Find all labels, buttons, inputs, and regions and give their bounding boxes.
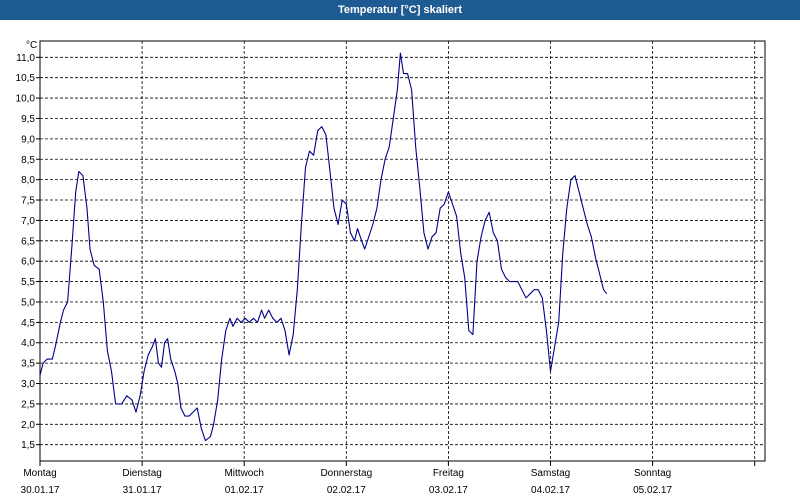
chart-window: Temperatur [°C] skaliert 1,5 2,0 2,5 3,0 3,5… [0,0,800,500]
x-tick-label-day: Mittwoch [224,468,263,479]
x-tick-label-day: Freitag [433,468,464,479]
y-tick-label: 5,5 [21,277,35,288]
y-tick-label: 9,0 [21,134,35,145]
x-tick-label-date: 30.01.17 [21,485,60,496]
plot-frame [39,40,766,462]
x-tick-label-day: Dienstag [122,468,161,479]
y-tick-label: 10,0 [16,94,36,105]
x-tick-label-day: Samstag [531,468,570,479]
y-tick-label: 7,5 [21,196,35,207]
y-tick-label: 4,0 [21,338,35,349]
x-tick-label-day: Donnerstag [320,468,372,479]
x-tick-label-day: Montag [23,468,56,479]
y-axis-unit-label: °C [26,40,37,51]
y-tick-label: 11,0 [16,53,35,64]
temperature-series-line [39,52,608,442]
x-tick-label-date: 03.02.17 [429,485,468,496]
y-tick-label: 9,5 [21,114,35,125]
x-tick-label-date: 02.02.17 [327,485,366,496]
y-tick-label: 8,5 [21,155,35,166]
line-chart: 1,5 2,0 2,5 3,0 3,5 4,0 4,5 5,0 5,5 6,0 6,5 7,0 7,5 8… [16,40,766,496]
x-tick-label-date: 01.02.17 [225,485,264,496]
y-tick-label: 3,5 [21,359,35,370]
x-tick-label-date: 05.02.17 [633,485,672,496]
y-tick-label: 8,0 [21,175,35,186]
x-tick-label-date: 04.02.17 [531,485,570,496]
y-tick-label: 1,5 [21,440,35,451]
x-tick-label-day: Sonntag [634,468,671,479]
y-tick-label: 10,5 [16,73,36,84]
x-tick-label-date: 31.01.17 [123,485,162,496]
y-tick-label: 6,0 [21,257,35,268]
y-tick-label: 6,5 [21,236,35,247]
y-tick-label: 3,0 [21,379,35,390]
y-tick-label: 7,0 [21,216,35,227]
y-tick-label: 4,5 [21,318,35,329]
y-tick-label: 2,0 [21,420,35,431]
y-tick-label: 5,0 [21,297,35,308]
y-tick-label: 2,5 [21,399,35,410]
